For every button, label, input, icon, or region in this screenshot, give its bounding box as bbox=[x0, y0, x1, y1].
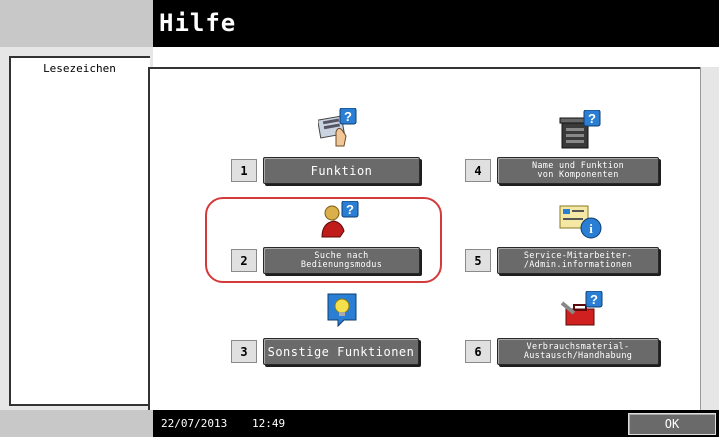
menu-number: 4 bbox=[465, 159, 491, 182]
menu-item-4[interactable]: 4 Name und Funktion von Komponenten bbox=[465, 157, 661, 186]
status-bar-left bbox=[0, 410, 153, 437]
menu-number: 6 bbox=[465, 340, 491, 363]
verbrauchsmaterial-button[interactable]: Verbrauchsmaterial- Austausch/Handhabung bbox=[497, 338, 659, 365]
name-und-funktion-button[interactable]: Name und Funktion von Komponenten bbox=[497, 157, 659, 184]
menu-item-1[interactable]: 1 Funktion bbox=[231, 157, 421, 186]
button-label-line-2: Bedienungsmodus bbox=[300, 259, 383, 270]
button-label-line-2: von Komponenten bbox=[537, 169, 619, 180]
status-date: 22/07/2013 bbox=[161, 417, 228, 430]
service-mitarbeiter-button[interactable]: Service-Mitarbeiter- /Admin.informatione… bbox=[497, 247, 659, 274]
toolbox-icon: ? bbox=[560, 290, 604, 331]
menu-number: 3 bbox=[231, 340, 257, 363]
right-scroll-area bbox=[700, 67, 719, 410]
svg-text:?: ? bbox=[590, 292, 598, 307]
menu-number: 1 bbox=[231, 159, 257, 182]
svg-text:?: ? bbox=[346, 202, 354, 217]
sonstige-funktionen-button[interactable]: Sonstige Funktionen bbox=[263, 338, 419, 365]
ok-button[interactable]: OK bbox=[628, 413, 716, 435]
menu-item-2[interactable]: 2 Suche nach Bedienungsmodus bbox=[231, 247, 421, 276]
manual-hand-icon: ? bbox=[317, 107, 358, 148]
menu-number: 2 bbox=[231, 249, 257, 272]
title-bar-left bbox=[0, 0, 153, 47]
copier-machine-icon: ? bbox=[558, 109, 602, 152]
button-label-line-2: /Admin.informationen bbox=[523, 259, 633, 270]
svg-text:i: i bbox=[589, 221, 593, 236]
svg-text:?: ? bbox=[344, 109, 352, 124]
button-label-line-2: Austausch/Handhabung bbox=[523, 350, 633, 361]
menu-item-3[interactable]: 3 Sonstige Funktionen bbox=[231, 338, 421, 367]
svg-text:?: ? bbox=[588, 111, 596, 126]
id-card-info-icon: i bbox=[558, 204, 604, 240]
suche-nach-bedienungsmodus-button[interactable]: Suche nach Bedienungsmodus bbox=[263, 247, 420, 274]
bookmark-tab[interactable] bbox=[9, 56, 150, 406]
status-time: 12:49 bbox=[252, 417, 286, 430]
button-label: Sonstige Funktionen bbox=[267, 344, 415, 359]
funktion-button[interactable]: Funktion bbox=[263, 157, 420, 184]
person-search-icon: ? bbox=[320, 200, 360, 241]
menu-item-6[interactable]: 6 Verbrauchsmaterial- Austausch/Handhabu… bbox=[465, 338, 661, 367]
menu-number: 5 bbox=[465, 249, 491, 272]
bookmark-tab-label: Lesezeichen bbox=[43, 62, 116, 75]
page-title: Hilfe bbox=[153, 0, 719, 47]
button-label: Funktion bbox=[310, 163, 373, 178]
menu-item-5[interactable]: 5 Service-Mitarbeiter- /Admin.informatio… bbox=[465, 247, 661, 276]
lightbulb-icon bbox=[325, 292, 359, 328]
